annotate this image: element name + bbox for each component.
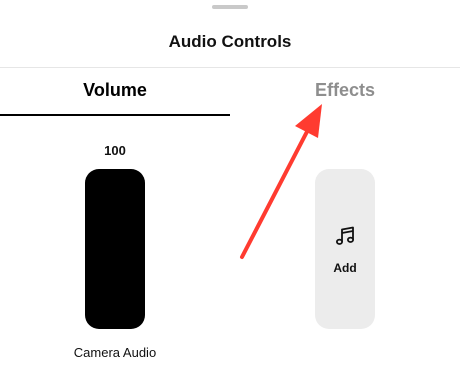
volume-slider[interactable] [85, 169, 145, 329]
add-effect-label: Add [333, 261, 357, 275]
annotation-arrow [240, 104, 322, 259]
sheet-title: Audio Controls [168, 32, 292, 51]
volume-source-label: Camera Audio [73, 345, 157, 360]
tab-effects[interactable]: Effects [230, 80, 460, 101]
tab-selected-underline [0, 114, 230, 116]
header-divider [0, 67, 460, 68]
music-note-icon [336, 226, 354, 245]
tab-volume[interactable]: Volume [0, 80, 230, 101]
add-effect-button[interactable]: Add [315, 169, 375, 329]
audio-controls-sheet: Audio Controls Volume Effects 100 Camera… [0, 0, 460, 367]
volume-slider-fill [85, 169, 145, 329]
volume-value: 100 [104, 143, 126, 158]
sheet-grabber-handle[interactable] [212, 5, 248, 9]
